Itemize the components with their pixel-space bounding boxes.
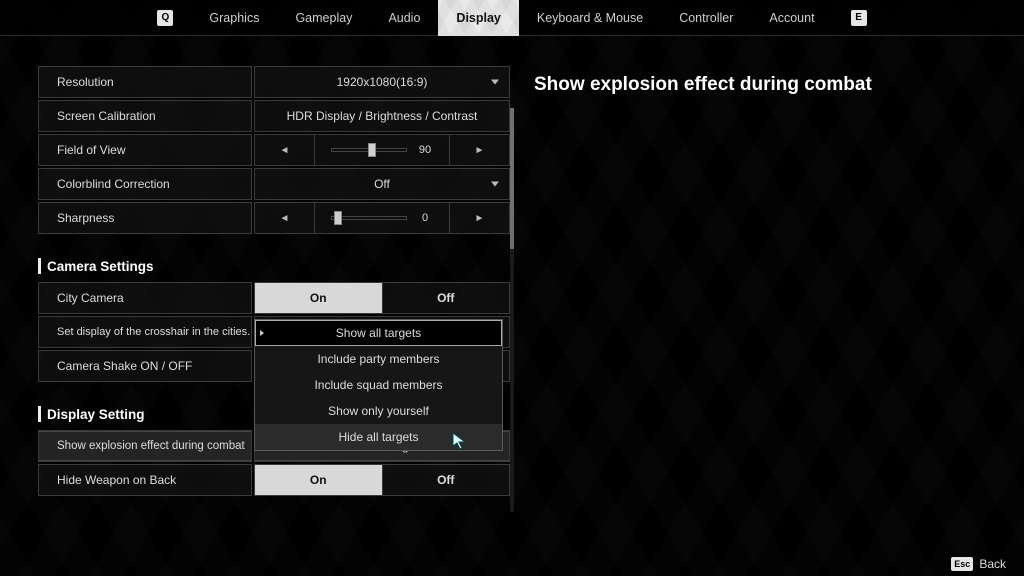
chevron-down-icon <box>491 182 499 187</box>
slider-track[interactable] <box>331 216 407 220</box>
tab-controller[interactable]: Controller <box>661 0 751 36</box>
tab-display[interactable]: Display <box>438 0 518 36</box>
fov-decrease[interactable]: ◄ <box>255 135 315 165</box>
label: City Camera <box>57 291 124 305</box>
toggle-on[interactable]: On <box>255 283 383 313</box>
tab-graphics[interactable]: Graphics <box>191 0 277 36</box>
city-camera-toggle[interactable]: On Off <box>255 283 509 313</box>
row-resolution[interactable]: Resolution 1920x1080(16:9) <box>38 66 510 98</box>
label: Camera Shake ON / OFF <box>57 359 192 373</box>
footer: Esc Back <box>0 552 1024 576</box>
value: HDR Display / Brightness / Contrast <box>287 109 478 123</box>
dropdown-item[interactable]: Include squad members <box>255 372 502 398</box>
fov-increase[interactable]: ► <box>449 135 509 165</box>
row-sharpness[interactable]: Sharpness ◄ 0 ► <box>38 202 510 234</box>
sharpness-increase[interactable]: ► <box>449 203 509 233</box>
explosion-dropdown[interactable]: Show all targets Include party members I… <box>254 319 503 451</box>
esc-key-hint: Esc <box>951 557 973 571</box>
row-city-camera[interactable]: City Camera On Off <box>38 282 510 314</box>
row-hide-weapon[interactable]: Hide Weapon on Back On Off <box>38 464 510 496</box>
settings-nav: Q Graphics Gameplay Audio Display Keyboa… <box>0 0 1024 36</box>
row-colorblind[interactable]: Colorblind Correction Off <box>38 168 510 200</box>
tab-gameplay[interactable]: Gameplay <box>277 0 370 36</box>
calibration-button[interactable]: HDR Display / Brightness / Contrast <box>254 100 510 132</box>
fov-value: 90 <box>417 144 433 156</box>
dropdown-item[interactable]: Show all targets <box>255 320 502 346</box>
label: Sharpness <box>57 211 114 225</box>
scrollbar-thumb[interactable] <box>510 108 514 249</box>
toggle-off[interactable]: Off <box>383 465 510 495</box>
tab-keyboard-mouse[interactable]: Keyboard & Mouse <box>519 0 661 36</box>
label: Resolution <box>57 75 114 89</box>
scrollbar[interactable] <box>510 108 514 512</box>
row-fov[interactable]: Field of View ◄ 90 ► <box>38 134 510 166</box>
next-key-hint: E <box>851 10 867 26</box>
label: Colorblind Correction <box>57 177 170 191</box>
chevron-down-icon <box>491 80 499 85</box>
dropdown-item[interactable]: Hide all targets <box>255 424 502 450</box>
label: Hide Weapon on Back <box>57 473 176 487</box>
tab-account[interactable]: Account <box>751 0 832 36</box>
section-camera-settings: Camera Settings <box>38 258 510 274</box>
fov-slider[interactable]: ◄ 90 ► <box>254 134 510 166</box>
colorblind-select[interactable]: Off <box>254 168 510 200</box>
sharpness-value: 0 <box>417 212 433 224</box>
tab-audio[interactable]: Audio <box>370 0 438 36</box>
row-calibration[interactable]: Screen Calibration HDR Display / Brightn… <box>38 100 510 132</box>
label: Show explosion effect during combat <box>57 440 245 452</box>
toggle-on[interactable]: On <box>255 465 383 495</box>
dropdown-item[interactable]: Include party members <box>255 346 502 372</box>
sharpness-slider[interactable]: ◄ 0 ► <box>254 202 510 234</box>
sharpness-decrease[interactable]: ◄ <box>255 203 315 233</box>
label: Field of View <box>57 143 125 157</box>
slider-track[interactable] <box>331 148 407 152</box>
resolution-select[interactable]: 1920x1080(16:9) <box>254 66 510 98</box>
value: 1920x1080(16:9) <box>337 75 428 89</box>
label: Screen Calibration <box>57 109 156 123</box>
toggle-off[interactable]: Off <box>383 283 510 313</box>
value: Off <box>374 177 390 191</box>
back-label[interactable]: Back <box>979 557 1006 571</box>
label: Set display of the crosshair in the citi… <box>57 326 250 338</box>
prev-key-hint: Q <box>157 10 173 26</box>
detail-title: Show explosion effect during combat <box>534 74 1024 96</box>
settings-list: Resolution 1920x1080(16:9) Screen Calibr… <box>0 36 510 552</box>
slider-thumb[interactable] <box>368 143 376 157</box>
hide-weapon-toggle[interactable]: On Off <box>255 465 509 495</box>
slider-thumb[interactable] <box>334 211 342 225</box>
dropdown-item[interactable]: Show only yourself <box>255 398 502 424</box>
